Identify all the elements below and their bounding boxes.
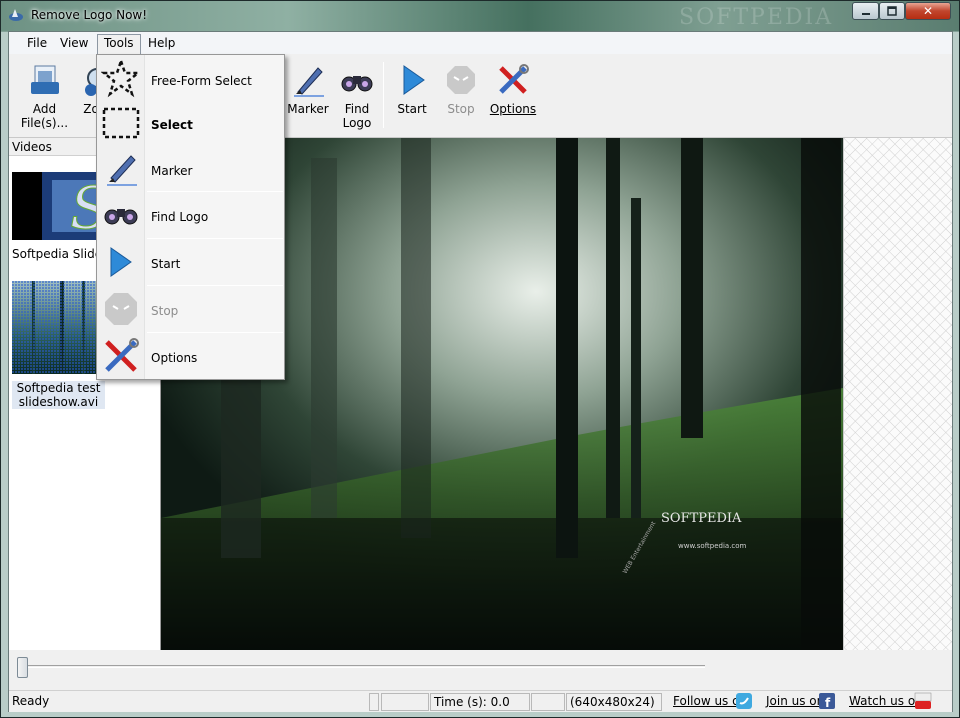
add-files-icon	[30, 65, 59, 94]
menu-item-marker[interactable]: Marker	[97, 148, 284, 190]
timeline-slider[interactable]	[9, 650, 952, 690]
youtube-icon[interactable]	[914, 692, 932, 710]
status-bar: Ready Time (s): 0.0 (640x480x24) Follow …	[9, 690, 952, 712]
video-item-selected[interactable]: Softpedia test slideshow.avi	[12, 281, 105, 409]
menu-separator	[147, 238, 283, 239]
options-label: Options	[489, 102, 537, 116]
minimize-button[interactable]	[852, 2, 879, 20]
menu-separator	[147, 285, 283, 286]
minimize-icon	[861, 13, 870, 15]
menu-item-label: Options	[151, 351, 198, 365]
menu-item-label: Find Logo	[151, 210, 209, 224]
close-icon: ✕	[922, 4, 934, 18]
play-icon	[110, 247, 132, 277]
menu-item-select[interactable]: Select	[97, 103, 284, 145]
time-readout: Time (s): 0.0	[430, 693, 530, 711]
add-files-button[interactable]: Add File(s)...	[17, 62, 72, 130]
menu-help[interactable]: Help	[142, 35, 181, 52]
youtube-link[interactable]: Watch us on	[849, 693, 923, 711]
transparency-pattern	[844, 138, 952, 650]
marker-label: Marker	[287, 102, 329, 116]
stop-label: Stop	[447, 102, 475, 116]
app-icon	[9, 9, 23, 21]
menu-item-label: Select	[151, 118, 193, 132]
app-window: Remove Logo Now! SOFTPEDIA ✕ File View T…	[0, 0, 960, 718]
title-bar[interactable]: Remove Logo Now! SOFTPEDIA ✕	[1, 1, 959, 31]
marker-icon	[107, 155, 137, 186]
client-area: File View Tools Help Add File(s)... Zo M…	[8, 31, 953, 712]
menu-item-label: Start	[151, 257, 181, 271]
menu-item-label: Stop	[151, 304, 179, 318]
toolbar-separator	[383, 62, 384, 128]
menu-item-label: Marker	[151, 164, 193, 178]
menu-item-options[interactable]: Options	[97, 336, 284, 380]
tools-icon	[105, 338, 139, 372]
tools-icon	[499, 64, 529, 94]
preview-transparent-area	[843, 138, 952, 650]
menu-separator	[147, 191, 283, 192]
tools-dropdown-menu: Free-Form Select Select Marker Find Logo…	[96, 54, 285, 380]
window-title: Remove Logo Now!	[31, 8, 148, 22]
preview-brand-text: SOFTPEDIA	[661, 511, 742, 526]
menu-item-stop[interactable]: Stop	[97, 289, 284, 333]
status-panel-empty	[369, 693, 379, 711]
menu-item-start[interactable]: Start	[97, 242, 284, 286]
stop-button[interactable]: Stop	[442, 62, 480, 116]
video-caption: Softpedia test slideshow.avi	[12, 381, 105, 409]
maximize-button[interactable]	[879, 2, 905, 20]
menu-item-free-form-select[interactable]: Free-Form Select	[97, 58, 284, 100]
menu-view[interactable]: View	[54, 35, 94, 52]
twitter-icon[interactable]	[736, 693, 752, 709]
play-icon	[403, 65, 425, 95]
add-files-label: Add File(s)...	[20, 102, 69, 130]
find-logo-button[interactable]: Find Logo	[337, 62, 377, 130]
video-item[interactable]: S Softpedia Slidesh	[12, 172, 116, 261]
binoculars-icon	[104, 209, 138, 225]
facebook-link[interactable]: Join us on	[766, 693, 824, 711]
preview-url-text: www.softpedia.com	[678, 542, 747, 550]
menu-tools[interactable]: Tools	[97, 34, 141, 54]
status-panel-empty	[381, 693, 429, 711]
options-button[interactable]: Options	[489, 62, 537, 116]
svg-text:f: f	[825, 696, 831, 709]
slider-thumb[interactable]	[17, 657, 28, 678]
video-thumbnail	[12, 281, 105, 374]
menu-bar: File View Tools Help	[9, 32, 952, 54]
find-logo-label: Find Logo	[342, 102, 372, 130]
stop-icon	[105, 293, 137, 325]
close-button[interactable]: ✕	[905, 2, 951, 20]
slider-track[interactable]	[19, 665, 705, 668]
menu-separator	[147, 332, 283, 333]
video-thumbnail: S	[12, 172, 110, 243]
facebook-icon[interactable]: f	[819, 693, 835, 709]
menu-file[interactable]: File	[21, 35, 53, 52]
start-button[interactable]: Start	[393, 62, 431, 116]
menu-item-find-logo[interactable]: Find Logo	[97, 195, 284, 239]
menu-item-label: Free-Form Select	[151, 74, 252, 88]
video-caption: Softpedia Slidesh	[12, 247, 116, 261]
rect-select-icon	[102, 107, 140, 139]
title-watermark: SOFTPEDIA	[679, 5, 834, 30]
marker-button[interactable]: Marker	[285, 62, 331, 116]
status-text: Ready	[12, 694, 50, 708]
start-label: Start	[397, 102, 427, 116]
free-form-select-icon	[101, 58, 141, 98]
stop-icon	[447, 66, 475, 94]
status-panel-empty	[531, 693, 565, 711]
binoculars-icon	[341, 76, 373, 92]
resolution-readout: (640x480x24)	[566, 693, 662, 711]
maximize-icon	[887, 6, 897, 16]
marker-icon	[294, 67, 324, 97]
